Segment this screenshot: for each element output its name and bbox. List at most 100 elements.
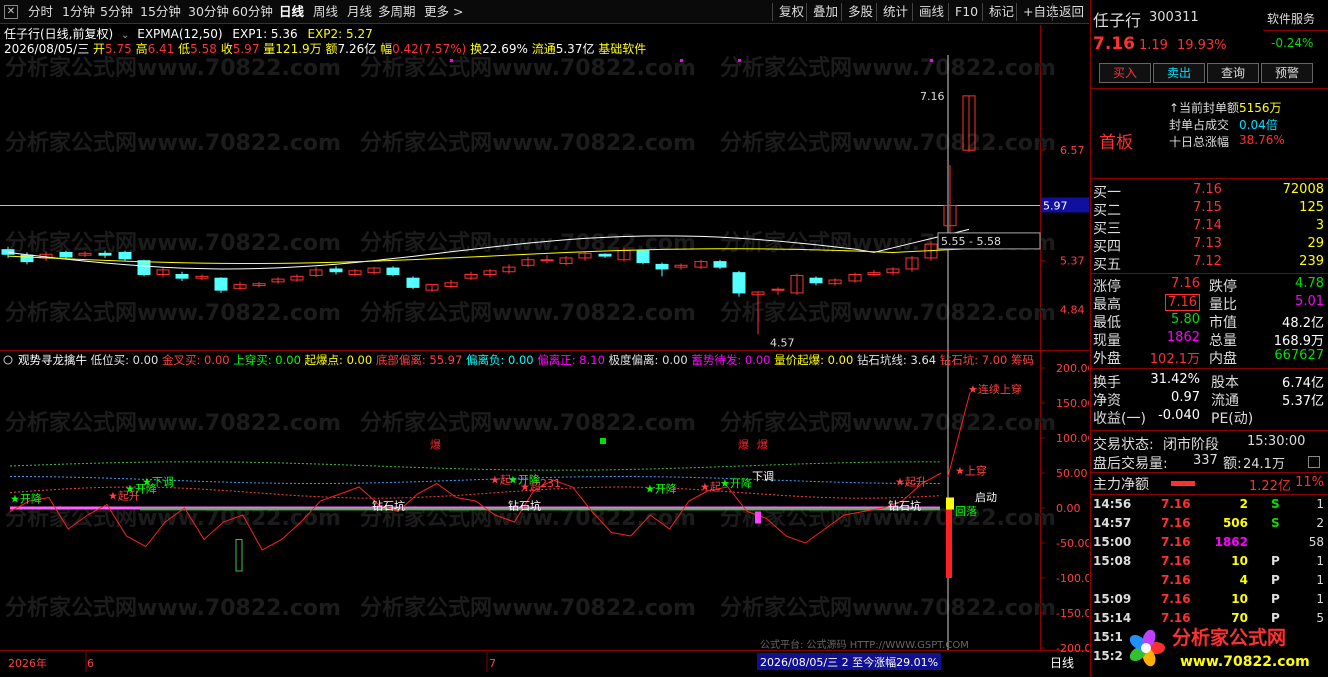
signal-label: 启动 bbox=[975, 491, 997, 504]
indicator-bar bbox=[600, 438, 606, 444]
tick-price-4: 7.16 bbox=[1161, 573, 1191, 587]
stat-val-a-3: 1862 bbox=[1166, 330, 1200, 345]
signal-label: ★开降 bbox=[10, 491, 42, 505]
query-button[interactable]: 查询 bbox=[1207, 63, 1259, 83]
price-tick-label: 5.37 bbox=[1060, 255, 1085, 268]
indicator-gear-icon[interactable] bbox=[3, 355, 13, 365]
tick-count-1: 2 bbox=[1316, 516, 1324, 530]
seal-value-1: 0.04倍 bbox=[1239, 118, 1278, 132]
indicator-bar bbox=[946, 497, 954, 510]
trade-state: 闭市阶段 bbox=[1163, 437, 1219, 453]
tick-price-5: 7.16 bbox=[1161, 592, 1191, 606]
signal-label: ★起 bbox=[700, 481, 721, 494]
signal-label: 钻石坑 bbox=[888, 498, 921, 512]
signal-dot bbox=[680, 59, 683, 62]
period-tab-5[interactable]: 60分钟 bbox=[232, 3, 273, 21]
candle-body bbox=[59, 251, 73, 258]
fin-val-b-0: 6.74亿 bbox=[1282, 376, 1324, 391]
period-tab-1[interactable]: 1分钟 bbox=[62, 3, 95, 21]
tick-side-1: S bbox=[1271, 516, 1280, 530]
seal-label-1: 封单占成交 bbox=[1169, 118, 1230, 132]
stat-val-b-2: 48.2亿 bbox=[1282, 316, 1324, 331]
tick-price-3: 7.16 bbox=[1161, 554, 1191, 568]
stat-val-a-4: 102.1万 bbox=[1149, 352, 1200, 367]
candle-body bbox=[118, 251, 132, 260]
right-quote-panel: 任子行 300311 软件服务 -0.24% 7.16 1.19 19.93% 买入 卖出 查询预… bbox=[1090, 0, 1328, 677]
tick-count-0: 1 bbox=[1316, 497, 1324, 511]
toolbar-action-3[interactable]: 统计 bbox=[876, 3, 908, 21]
after-amt-label: 额: bbox=[1223, 456, 1242, 472]
fin-label-b-1: 流通 bbox=[1211, 393, 1239, 409]
toolbar-action-1[interactable]: 叠加 bbox=[806, 3, 838, 21]
main-flow: 1.22亿 bbox=[1249, 479, 1291, 494]
ask-label-1: 买二 bbox=[1093, 203, 1121, 219]
period-tab-8[interactable]: 月线 bbox=[347, 3, 372, 21]
period-tab-10[interactable]: 更多 > bbox=[424, 3, 463, 21]
divider bbox=[1091, 178, 1328, 179]
stat-val-a-1: 7.16 bbox=[1165, 294, 1200, 311]
watermark-text: 分析家公式网www.70822.com bbox=[360, 55, 696, 81]
candle-body bbox=[214, 277, 228, 291]
buy-button[interactable]: 买入 bbox=[1099, 63, 1151, 83]
indicator-tick-label: -100.00 bbox=[1056, 572, 1089, 585]
ask-vol-2: 3 bbox=[1315, 218, 1324, 233]
candle-body bbox=[1, 249, 15, 255]
cursor-price: 5.97 bbox=[1043, 199, 1068, 212]
range-label: 2026/08/05/三 2 至今涨幅29.01% bbox=[760, 655, 938, 669]
signal-label: 爆 bbox=[757, 438, 768, 452]
main-flow-pct: 11% bbox=[1295, 475, 1324, 490]
sector-badge[interactable]: 软件服务 bbox=[1267, 10, 1315, 27]
period-tab-6[interactable]: 日线 bbox=[279, 3, 304, 21]
toolbar-action-0[interactable]: 复权 bbox=[772, 3, 804, 21]
tick-side-3: P bbox=[1271, 554, 1280, 568]
high-price-label: 7.16 bbox=[920, 90, 945, 103]
tick-vol-2: 1862 bbox=[1214, 535, 1248, 549]
ask-price-2: 7.14 bbox=[1193, 218, 1222, 233]
period-tab-4[interactable]: 30分钟 bbox=[188, 3, 229, 21]
stat-label-a-4: 外盘 bbox=[1093, 351, 1121, 367]
tick-count-2: 58 bbox=[1308, 535, 1324, 549]
close-icon[interactable]: ✕ bbox=[4, 5, 18, 19]
time-axis-month-7: 7 bbox=[489, 657, 496, 670]
period-tab-9[interactable]: 多周期 bbox=[378, 3, 416, 21]
fin-label-a-2: 收益(一) bbox=[1093, 411, 1146, 427]
period-tab-0[interactable]: 分时 bbox=[28, 3, 53, 21]
tick-price-1: 7.16 bbox=[1161, 516, 1191, 530]
signal-label: 231 bbox=[540, 477, 561, 490]
expand-icon[interactable] bbox=[1308, 456, 1320, 468]
watermark-text: 分析家公式网www.70822.com bbox=[5, 130, 341, 156]
candle-body bbox=[175, 274, 189, 279]
ask-vol-3: 29 bbox=[1307, 236, 1324, 251]
pane-divider bbox=[0, 350, 1089, 351]
after-amt: 24.1万 bbox=[1243, 457, 1285, 472]
ask-vol-4: 239 bbox=[1299, 254, 1324, 269]
period-tab-2[interactable]: 5分钟 bbox=[100, 3, 133, 21]
ask-label-3: 买四 bbox=[1093, 239, 1121, 255]
signal-label: ★上穿 bbox=[955, 463, 987, 477]
divider bbox=[1091, 273, 1328, 274]
toolbar-action-4[interactable]: 画线 bbox=[912, 3, 944, 21]
price-tick-label: 6.57 bbox=[1060, 144, 1085, 157]
tick-vol-3: 10 bbox=[1231, 554, 1248, 568]
toolbar-action-8[interactable]: 返回 bbox=[1052, 3, 1084, 21]
toolbar-action-5[interactable]: F10 bbox=[948, 3, 978, 21]
trade-state-label: 交易状态: bbox=[1093, 437, 1154, 453]
alert-button[interactable]: 预警 bbox=[1261, 63, 1313, 83]
toolbar-action-2[interactable]: 多股 bbox=[841, 3, 873, 21]
stat-val-b-1: 5.01 bbox=[1295, 294, 1324, 309]
tick-side-5: P bbox=[1271, 592, 1280, 606]
indicator-bar bbox=[235, 539, 243, 572]
toolbar-action-6[interactable]: 标记 bbox=[982, 3, 1014, 21]
tick-side-0: S bbox=[1271, 497, 1280, 511]
signal-label: ★起升 bbox=[895, 476, 927, 489]
period-tab-7[interactable]: 周线 bbox=[313, 3, 338, 21]
stock-pct: 19.93% bbox=[1177, 38, 1227, 53]
sell-button[interactable]: 卖出 bbox=[1153, 63, 1205, 83]
logo-center bbox=[1141, 643, 1151, 653]
indicator-header: 观势寻龙擒牛 低位买: 0.00 金叉买: 0.00 上穿买: 0.00 起爆点… bbox=[18, 353, 1034, 367]
candle-body bbox=[20, 254, 34, 263]
period-tab-3[interactable]: 15分钟 bbox=[140, 3, 181, 21]
indicator-tick-label: 200.00 bbox=[1056, 362, 1089, 375]
period-tab-bottom[interactable]: 日线 bbox=[1050, 656, 1074, 670]
chart-area[interactable]: 分析家公式网www.70822.com 分析家公式网www.70822.com 分析… bbox=[0, 25, 1089, 677]
